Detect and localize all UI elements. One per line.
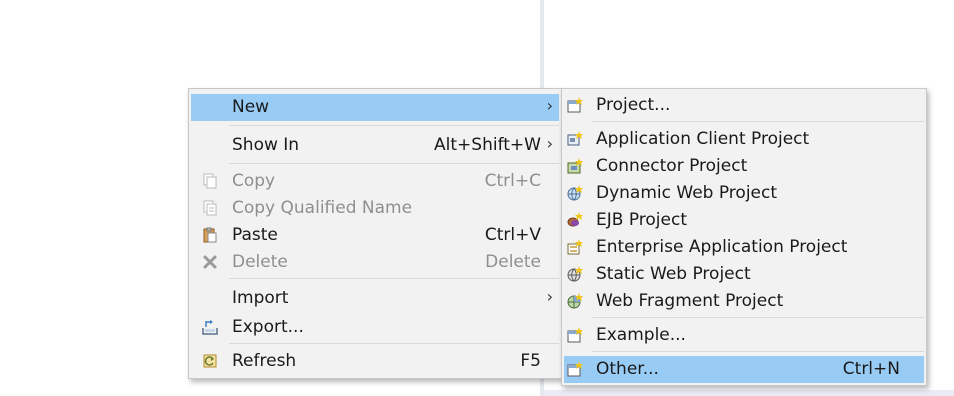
menu-separator [592,317,924,318]
static-web-project-icon [567,266,583,282]
submenu-arrow-icon: › [546,287,553,306]
submenu-item-label: Enterprise Application Project [596,237,848,257]
dynamic-web-project-icon [567,185,583,201]
shortcut-label: Ctrl+C [484,171,541,191]
menu-item-import[interactable]: Import › [191,285,559,312]
enterprise-application-project-icon [567,239,583,255]
submenu-item-static-web-project[interactable]: Static Web Project [564,261,924,288]
menu-item-label: Delete [232,252,288,272]
submenu-item-label: Other... [596,359,659,379]
refresh-icon [203,354,217,368]
menu-item-label: Copy [232,171,276,191]
menu-separator [592,351,924,352]
shortcut-label: Ctrl+N [842,359,900,379]
menu-item-label: Copy Qualified Name [232,198,413,218]
menu-item-label: Show In [232,135,300,155]
web-fragment-project-icon [567,293,583,309]
menu-separator [229,125,559,126]
submenu-item-label: EJB Project [596,210,687,230]
menu-item-label: New [232,97,270,117]
menu-item-refresh[interactable]: Refresh F5 [191,348,559,375]
submenu-item-label: Static Web Project [596,264,751,284]
submenu-item-label: Project... [596,95,671,115]
submenu-item-web-fragment-project[interactable]: Web Fragment Project [564,288,924,315]
context-menu: New › Show In Alt+Shift+W › Copy Ctrl+C … [188,88,562,379]
submenu-arrow-icon: › [546,134,553,153]
menu-item-label: Paste [232,225,278,245]
menu-item-paste[interactable]: Paste Ctrl+V [191,222,559,249]
copy-icon [203,173,217,189]
submenu-item-application-client-project[interactable]: Application Client Project [564,126,924,153]
submenu-item-label: Application Client Project [596,129,810,149]
submenu-item-other[interactable]: Other... Ctrl+N [564,356,924,383]
submenu-item-dynamic-web-project[interactable]: Dynamic Web Project [564,180,924,207]
submenu-item-ejb-project[interactable]: EJB Project [564,207,924,234]
ejb-project-icon [567,212,583,227]
new-project-icon [567,97,583,113]
menu-item-new[interactable]: New › [191,94,559,121]
application-client-project-icon [567,131,583,146]
menu-item-copy[interactable]: Copy Ctrl+C [191,168,559,195]
menu-item-export[interactable]: Export... [191,314,559,341]
submenu-item-label: Dynamic Web Project [596,183,778,203]
copy-qualified-name-icon [203,200,217,216]
submenu-item-connector-project[interactable]: Connector Project [564,153,924,180]
submenu-item-project[interactable]: Project... [564,92,924,119]
menu-item-show-in[interactable]: Show In Alt+Shift+W › [191,132,559,159]
menu-item-label: Import [232,288,289,308]
submenu-arrow-icon: › [546,96,553,115]
menu-item-copy-qualified-name[interactable]: Copy Qualified Name [191,195,559,222]
submenu-item-label: Connector Project [596,156,748,176]
menu-separator [229,278,559,279]
submenu-item-label: Example... [596,325,686,345]
shortcut-label: F5 [520,351,541,371]
menu-separator [229,343,559,344]
menu-separator [592,121,924,122]
menu-item-delete[interactable]: Delete Delete [191,249,559,276]
menu-separator [229,163,559,164]
menu-item-label: Refresh [232,351,297,371]
connector-project-icon [567,158,583,174]
delete-icon [203,255,217,269]
new-wizard-icon [567,361,583,377]
shortcut-label: Alt+Shift+W [434,135,541,155]
submenu-item-enterprise-application-project[interactable]: Enterprise Application Project [564,234,924,261]
shortcut-label: Delete [485,252,541,272]
submenu-item-label: Web Fragment Project [596,291,784,311]
export-icon [202,320,218,335]
submenu-item-example[interactable]: Example... [564,322,924,349]
shortcut-label: Ctrl+V [484,225,541,245]
paste-icon [203,227,217,243]
status-strip [544,390,954,396]
new-submenu: Project... Application Client Project Co… [561,88,927,386]
new-example-icon [567,327,583,343]
menu-item-label: Export... [232,317,304,337]
